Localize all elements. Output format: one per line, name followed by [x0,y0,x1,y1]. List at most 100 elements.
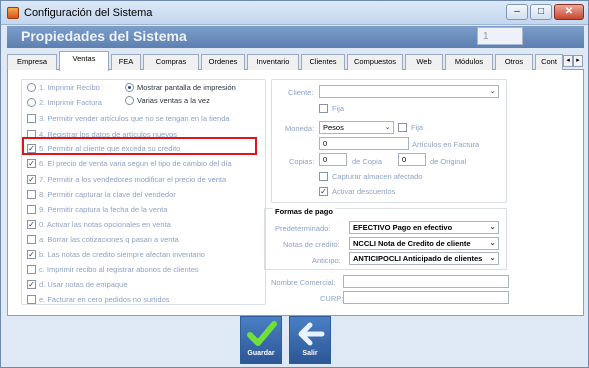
notas-credito-select[interactable]: NCCLI Nota de Credito de cliente ⌄ [349,237,499,250]
anticipo-value: ANTICIPOCLI Anticipado de clientes [353,254,483,263]
tab-fea[interactable]: FEA [111,54,141,70]
check-option-e[interactable] [27,295,36,304]
fija-cliente-label: Fija [332,104,345,113]
copias-label: Copias: [289,157,315,166]
anticipo-label: Anticipo: [312,256,341,265]
check-option-d-label: d. Usar notas de empaque [39,280,128,289]
window-title: Configuración del Sistema [24,7,153,19]
activar-descuentos-checkbox[interactable]: ✓ [319,187,328,196]
page-title: Propiedades del Sistema [21,28,187,44]
tab-cont[interactable]: Cont [535,54,563,70]
app-icon [7,7,19,19]
radio-varias-ventas-label: Varias ventas a la vez [137,96,210,105]
check-option-3-label: 3. Permitir vender artículos que no se t… [39,114,230,123]
fija-moneda-checkbox[interactable] [398,123,407,132]
radio-imprimir-factura[interactable] [27,98,36,107]
guardar-button[interactable]: Guardar [240,316,282,364]
check-option-0-label: 0. Activar las notas opcionales en venta [39,220,171,229]
close-button[interactable]: ✕ [554,4,584,20]
radio-imprimir-recibo-label: 1. Imprimir Recibo [39,83,100,92]
notas-credito-value: NCCLI Nota de Credito de cliente [353,239,471,248]
cliente-select[interactable]: ⌄ [319,85,499,98]
cliente-label: Cliente: [288,88,314,97]
radio-varias-ventas[interactable] [125,96,134,105]
chevron-down-icon: ⌄ [489,255,496,262]
anticipo-select[interactable]: ANTICIPOCLI Anticipado de clientes ⌄ [349,252,499,265]
check-option-8-label: 8. Permitir capturar la clave del vended… [39,190,176,199]
de-original-label: de Original [430,157,467,166]
minimize-button[interactable]: – [506,4,528,20]
check-option-7[interactable]: ✓ [27,175,36,184]
tab-clientes[interactable]: Clientes [301,54,345,70]
tab-web[interactable]: Web [405,54,443,70]
articulos-label: Artículos en Factura [412,140,480,149]
activar-descuentos-label: Activar descuentos [332,187,396,196]
notas-credito-label: Notas de credito: [283,240,340,249]
de-copia-label: de Copia [352,157,383,166]
nombre-comercial-input[interactable] [343,275,509,288]
restore-button[interactable]: □ [530,4,552,20]
check-option-c-label: c. Imprimir recibo al registrar abonos d… [39,265,199,274]
chevron-down-icon: ⌄ [489,240,496,247]
check-option-d[interactable]: ✓ [27,280,36,289]
tab-empresa[interactable]: Empresa [7,54,57,70]
check-option-b-label: b. Las notas de credito siempre afectan … [39,250,205,259]
copias-input[interactable]: 0 [319,153,347,166]
check-option-b[interactable]: ✓ [27,250,36,259]
moneda-label: Moneda: [285,124,315,133]
check-option-8[interactable] [27,190,36,199]
tab-strip: Empresa Ventas FEA Compras Ordenes Inven… [7,51,584,71]
curp-input[interactable] [343,291,509,304]
radio-mostrar-pantalla[interactable] [125,83,134,92]
radio-mostrar-pantalla-label: Mostrar pantalla de impresión [137,83,236,92]
check-option-c[interactable] [27,265,36,274]
check-option-0[interactable]: ✓ [27,220,36,229]
salir-label: Salir [302,350,318,357]
formas-pago-title: Formas de pago [273,207,335,216]
check-option-a[interactable] [27,235,36,244]
capturar-almacen-checkbox[interactable] [319,172,328,181]
nombre-comercial-label: Nombre Comercial: [271,278,336,287]
curp-label: CURP: [320,294,344,303]
highlight-box [22,137,257,155]
check-option-e-label: e. Facturar en cero pedidos no surtidos [39,295,170,304]
capturar-almacen-label: Capturar almacen afectado [332,172,423,181]
chevron-down-icon: ⌄ [489,224,496,231]
tab-ventas[interactable]: Ventas [59,51,109,71]
moneda-select[interactable]: Pesos ⌄ [319,121,394,134]
radio-imprimir-factura-label: 2. Imprimir Factura [39,98,102,107]
tab-inventario[interactable]: Inventario [247,54,299,70]
checkmark-icon [247,321,277,346]
title-bar: Configuración del Sistema – □ ✕ [1,1,588,25]
header-field[interactable]: 1 [477,27,523,45]
chevron-down-icon: ⌄ [489,88,496,95]
radio-imprimir-recibo[interactable] [27,83,36,92]
tab-compuestos[interactable]: Compuestos [347,54,403,70]
guardar-label: Guardar [247,350,275,357]
check-option-3[interactable] [27,114,36,123]
check-option-a-label: a. Borrar las cotizaciones q pasan a ven… [39,235,179,244]
moneda-value: Pesos [323,123,344,132]
tab-otros[interactable]: Otros [495,54,533,70]
header-bar: Propiedades del Sistema 1 [7,26,584,48]
tab-scroll-right-icon[interactable]: ▸ [573,55,583,67]
check-option-9-label: 9. Permitir captura la fecha de la venta [39,205,168,214]
fija-moneda-label: Fija [411,123,424,132]
check-option-9[interactable] [27,205,36,214]
predeterminado-label: Predeterminado: [275,224,331,233]
check-option-6-label: 6. El precio de venta varia segun el tip… [39,159,232,168]
check-option-6[interactable]: ✓ [27,159,36,168]
original-input[interactable]: 0 [398,153,426,166]
predeterminado-value: EFECTIVO Pago en efectivo [353,223,453,232]
articulos-input[interactable]: 0 [319,137,409,150]
tab-ordenes[interactable]: Ordenes [201,54,245,70]
chevron-down-icon: ⌄ [384,124,391,131]
config-window: Configuración del Sistema – □ ✕ Propieda… [0,0,589,368]
tab-compras[interactable]: Compras [143,54,199,70]
salir-button[interactable]: Salir [289,316,331,364]
tab-modulos[interactable]: Módulos [445,54,493,70]
tab-scroll-left-icon[interactable]: ◂ [563,55,573,67]
predeterminado-select[interactable]: EFECTIVO Pago en efectivo ⌄ [349,221,499,234]
fija-cliente-checkbox[interactable] [319,104,328,113]
back-arrow-icon [298,322,325,346]
